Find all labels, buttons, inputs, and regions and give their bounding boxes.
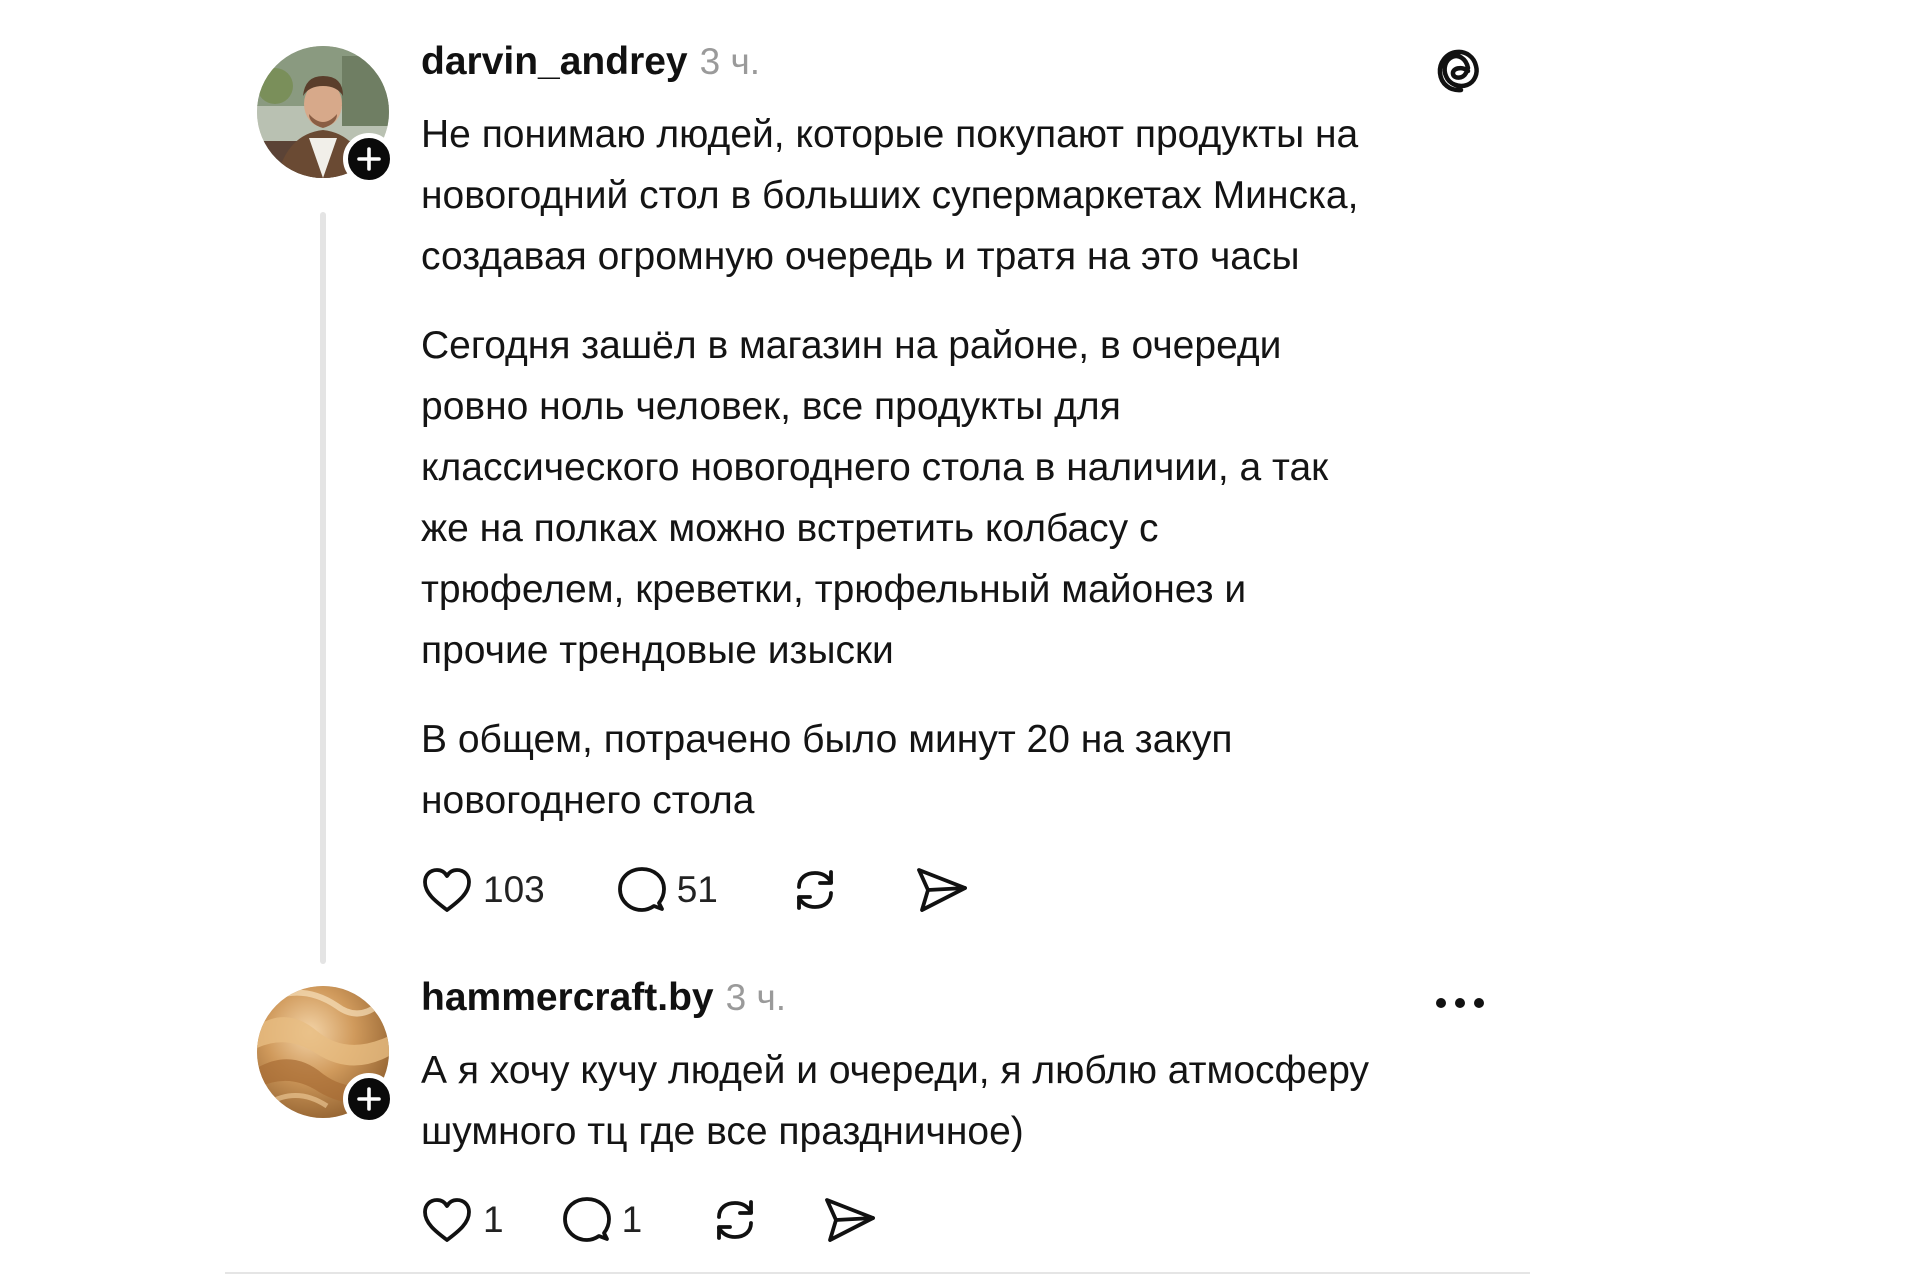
post-body: Не понимаю людей, которые покупают проду…: [421, 104, 1521, 859]
reply-button[interactable]: 1: [562, 1195, 643, 1245]
post-header: hammercraft.by 3 ч.: [421, 976, 786, 1020]
heart-icon: [423, 1198, 471, 1242]
reply-count: 1: [621, 1199, 643, 1240]
threads-logo-icon[interactable]: [1432, 44, 1484, 101]
timestamp: 3 ч.: [699, 41, 761, 82]
repost-icon: [796, 870, 833, 910]
post-actions: 103 51: [421, 860, 970, 920]
thread-line: [320, 212, 326, 964]
paragraph: Не понимаю людей, которые покупают проду…: [421, 113, 1359, 278]
comment-icon: [617, 867, 666, 912]
reply-button[interactable]: 51: [617, 865, 718, 915]
paragraph: Сегодня зашёл в магазин на районе, в оче…: [421, 324, 1329, 672]
follow-button[interactable]: [343, 133, 395, 185]
like-button[interactable]: 103: [421, 866, 545, 914]
like-count: 103: [483, 869, 545, 910]
like-count: 1: [483, 1199, 504, 1240]
share-button[interactable]: [822, 1194, 878, 1246]
repost-button[interactable]: [788, 863, 842, 917]
username[interactable]: hammercraft.by: [421, 976, 714, 1020]
post-hammercraft: hammercraft.by 3 ч. А я хочу кучу людей …: [0, 960, 1917, 1278]
plus-icon: [357, 1087, 381, 1111]
post-darvin-andrey: darvin_andrey 3 ч. Не понимаю людей, кот…: [0, 0, 1917, 980]
follow-button[interactable]: [343, 1073, 395, 1125]
paragraph: А я хочу кучу людей и очереди, я люблю а…: [421, 1049, 1370, 1153]
send-icon: [825, 1198, 876, 1242]
repost-button[interactable]: [708, 1193, 762, 1247]
heart-icon: [423, 868, 471, 912]
more-options-icon[interactable]: [1434, 996, 1486, 1015]
reply-count: 51: [676, 869, 718, 910]
share-button[interactable]: [914, 864, 970, 916]
repost-icon: [717, 1200, 754, 1240]
plus-icon: [357, 147, 381, 171]
send-icon: [916, 868, 967, 912]
post-body: А я хочу кучу людей и очереди, я люблю а…: [421, 1040, 1521, 1190]
post-actions: 1 1: [421, 1190, 878, 1250]
username[interactable]: darvin_andrey: [421, 40, 688, 84]
timestamp: 3 ч.: [725, 977, 787, 1018]
comment-icon: [562, 1197, 611, 1242]
post-header: darvin_andrey 3 ч.: [421, 40, 760, 84]
paragraph: В общем, потрачено было минут 20 на заку…: [421, 718, 1233, 822]
divider: [225, 1272, 1530, 1274]
like-button[interactable]: 1: [421, 1196, 504, 1244]
